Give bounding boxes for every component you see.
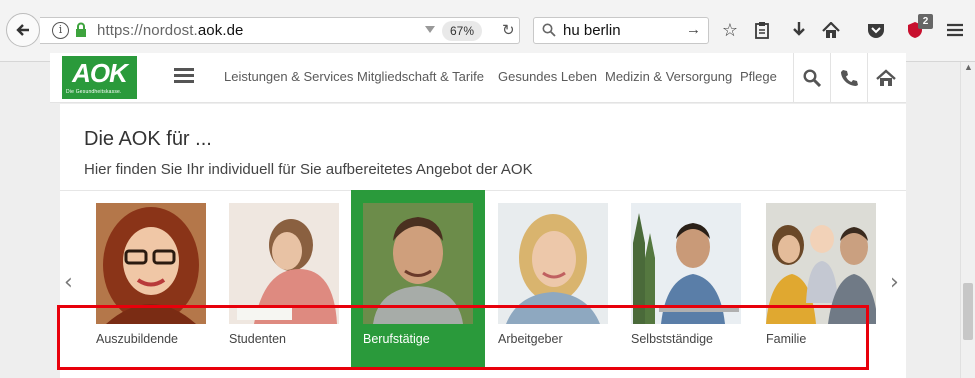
nav-item-mitgliedschaft[interactable]: Mitgliedschaft & Tarife (357, 69, 484, 84)
phone-button[interactable] (830, 53, 867, 103)
menu-icon[interactable] (944, 18, 966, 42)
address-bar[interactable]: i https://nordost.aok.de 67% ↻ (40, 17, 520, 44)
back-button[interactable] (6, 13, 40, 47)
search-go-icon[interactable]: → (686, 21, 701, 38)
logo-tagline: Die Gesundheitskasse. (66, 89, 122, 95)
scroll-up-arrow[interactable]: ▲ (964, 62, 973, 72)
info-icon[interactable]: i (52, 22, 69, 39)
home-icon (876, 69, 896, 86)
zoom-badge[interactable]: 67% (442, 21, 482, 41)
home-button[interactable] (867, 53, 904, 103)
nav-item-pflege[interactable]: Pflege (740, 69, 777, 84)
site-search-button[interactable] (793, 53, 830, 103)
search-icon (803, 69, 821, 87)
reload-icon[interactable]: ↻ (502, 21, 515, 39)
bookmark-star-icon[interactable]: ☆ (719, 18, 741, 42)
section-subtitle: Hier finden Sie Ihr individuell für Sie … (84, 161, 533, 178)
back-arrow-icon (16, 24, 29, 36)
dropdown-icon[interactable] (425, 26, 435, 33)
nav-item-medizin[interactable]: Medizin & Versorgung (605, 69, 732, 84)
carousel-prev-arrow[interactable]: ‹ (64, 270, 73, 295)
download-icon[interactable] (788, 18, 810, 42)
search-icon (542, 23, 556, 37)
search-bar[interactable]: hu berlin → (533, 17, 709, 44)
addon-badge: 2 (918, 14, 933, 29)
phone-icon (841, 70, 858, 86)
reading-list-icon[interactable] (751, 18, 773, 42)
logo-text: AOK (72, 58, 128, 88)
site-header: AOK Die Gesundheitskasse. Leistungen & S… (50, 53, 906, 103)
search-input[interactable]: hu berlin (563, 22, 621, 39)
nav-item-leistungen[interactable]: Leistungen & Services (224, 69, 353, 84)
aok-logo[interactable]: AOK Die Gesundheitskasse. (62, 56, 137, 99)
nav-item-gesundes-leben[interactable]: Gesundes Leben (498, 69, 597, 84)
scrollbar-thumb[interactable] (963, 283, 973, 340)
section-title: Die AOK für ... (84, 128, 212, 150)
home-icon[interactable] (820, 18, 842, 42)
highlight-annotation (57, 305, 869, 370)
url-text[interactable]: https://nordost.aok.de (97, 22, 243, 39)
hamburger-menu-icon[interactable] (174, 68, 194, 84)
pocket-icon[interactable] (865, 18, 887, 42)
lock-icon (76, 22, 86, 37)
